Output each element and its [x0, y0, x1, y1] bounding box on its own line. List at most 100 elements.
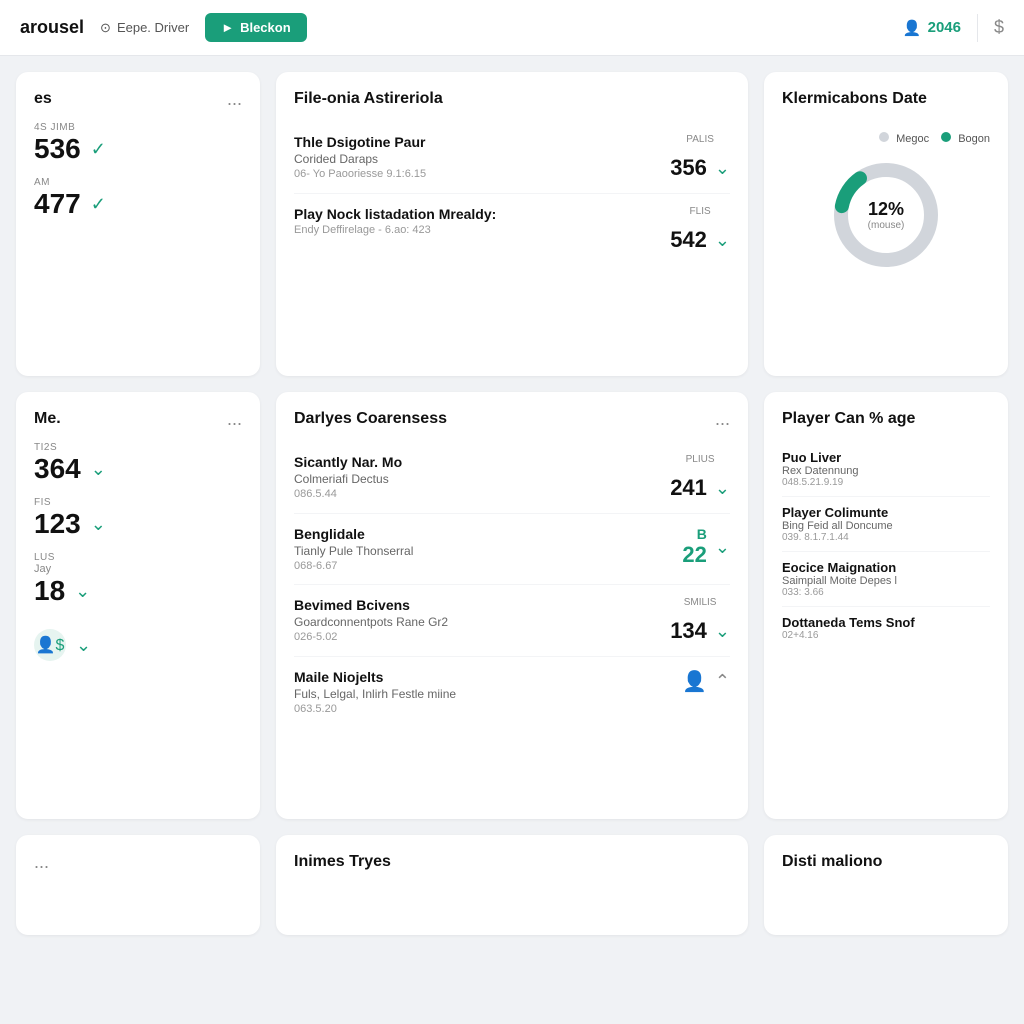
list-item-right-5: SMILIS 134 ⌄: [670, 597, 730, 644]
chevron-down-icon-7[interactable]: ⌄: [75, 581, 90, 602]
stat-label-5: LUS: [34, 552, 242, 563]
player-sub-1: Rex Datennung: [782, 465, 990, 477]
center-bottom-header: Inimes Tryes: [294, 853, 730, 871]
list-item-val-wrap-2: 542 ⌄: [670, 227, 730, 253]
list-item-val-4: 22: [682, 542, 706, 568]
right-mid-card: Player Can % age Puo Liver Rex Datennung…: [764, 392, 1008, 818]
player-code-1: 048.5.21.9.19: [782, 477, 990, 488]
stat-label-2: AM: [34, 177, 242, 188]
player-list-item: Puo Liver Rex Datennung 048.5.21.9.19: [782, 442, 990, 497]
list-item-left-5: Bevimed Bcivens Goardconnentpots Rane Gr…: [294, 597, 670, 643]
left-top-card-header: es ...: [34, 90, 242, 108]
chevron-down-icon-2[interactable]: ✓: [91, 194, 106, 215]
list-item-val-5: 134: [670, 618, 707, 644]
list-item: Benglidale Tianly Pule Thonserral 068-6.…: [294, 514, 730, 585]
player-list-item: Player Colimunte Bing Feid all Doncume 0…: [782, 497, 990, 552]
list-item-val-wrap-6: 👤 ⌃: [682, 669, 730, 694]
chevron-down-icon-5[interactable]: ⌄: [91, 459, 106, 480]
arrow-right-icon: ►: [221, 20, 234, 35]
player-sub-3: Saimpiall Moite Depes l: [782, 575, 990, 587]
list-item-name-4: Benglidale: [294, 526, 682, 542]
stat-value-row-5: 18 ⌄: [34, 575, 242, 607]
list-item-left-6: Maile Niojelts Fuls, Lelgal, Inlirh Fest…: [294, 669, 682, 715]
center-mid-card: Darlyes Coarensess ... Sicantly Nar. Mo …: [276, 392, 748, 818]
chevron-down-icon-6[interactable]: ⌄: [91, 514, 106, 535]
chevron-down-icon-3[interactable]: ⌄: [715, 158, 730, 179]
chevron-down-icon-9[interactable]: ⌄: [715, 478, 730, 499]
chevron-down-icon-1[interactable]: ✓: [91, 139, 106, 160]
chevron-down-icon-4[interactable]: ⌄: [715, 230, 730, 251]
center-bottom-title: Inimes Tryes: [294, 853, 391, 871]
left-mid-menu-button[interactable]: ...: [227, 410, 242, 428]
chevron-down-icon-8[interactable]: ⌄: [76, 635, 91, 656]
center-mid-menu-button[interactable]: ...: [715, 410, 730, 428]
list-item: Bevimed Bcivens Goardconnentpots Rane Gr…: [294, 585, 730, 657]
chevron-down-icon-10[interactable]: ⌄: [715, 537, 730, 558]
legend-item-1: Megoc: [879, 132, 929, 145]
right-top-title: Klermicabons Date: [782, 90, 927, 108]
main-grid: es ... 4S JIMB 536 ✓ AM 477 ✓ File-onia …: [0, 56, 1024, 1024]
stat-block-3: TI2S 364 ⌄: [34, 442, 242, 485]
player-name-2: Player Colimunte: [782, 505, 990, 520]
player-sub-2: Bing Feid all Doncume: [782, 520, 990, 532]
left-bottom-menu-button[interactable]: ...: [34, 853, 49, 871]
list-item-val-2: 542: [670, 227, 707, 253]
left-top-title: es: [34, 90, 52, 108]
donut-chart: 12% (mouse): [826, 155, 946, 275]
donut-pct: 12%: [868, 199, 905, 220]
left-top-menu-button[interactable]: ...: [227, 90, 242, 108]
username: Eepe. Driver: [117, 20, 189, 35]
center-bottom-card: Inimes Tryes: [276, 835, 748, 935]
center-mid-title: Darlyes Coarensess: [294, 410, 447, 428]
stat-label-4: FIS: [34, 497, 242, 508]
chevron-up-icon[interactable]: ⌃: [715, 671, 730, 692]
chevron-down-icon-11[interactable]: ⌄: [715, 621, 730, 642]
list-item-sub-3: Colmeriafi Dectus: [294, 472, 670, 486]
list-item-right-1: PALIS 356 ⌄: [670, 134, 730, 181]
left-top-card: es ... 4S JIMB 536 ✓ AM 477 ✓: [16, 72, 260, 376]
left-bottom-header: ...: [34, 853, 242, 871]
list-item-name-2: Play Nock listadation Mrealdy:: [294, 206, 670, 222]
list-item-label-2: FLIS: [690, 206, 711, 217]
stat-value-3: 364: [34, 453, 81, 485]
list-item-right-6: 👤 ⌃: [682, 669, 730, 694]
stat-value-1: 536: [34, 133, 81, 165]
list-item-code-3: 086.5.44: [294, 488, 670, 500]
list-item-left-3: Sicantly Nar. Mo Colmeriafi Dectus 086.5…: [294, 454, 670, 500]
left-mid-card: Me. ... TI2S 364 ⌄ FIS 123 ⌄ LUS Jay 18 …: [16, 392, 260, 818]
list-item-code-6: 063.5.20: [294, 703, 682, 715]
list-item-code-2: Endy Deffirelage - 6.ao: 423: [294, 224, 670, 236]
right-top-card: Klermicabons Date Megoc Bogon 12: [764, 72, 1008, 376]
right-mid-header: Player Can % age: [782, 410, 990, 428]
list-item-left-2: Play Nock listadation Mrealdy: Endy Deff…: [294, 206, 670, 236]
list-item-val-wrap-4: B 22 ⌄: [682, 526, 730, 568]
user-info: ⊙ Eepe. Driver: [100, 20, 189, 36]
list-item-val-top-4: B: [682, 526, 706, 542]
list-item-label-3: PLIUS: [686, 454, 715, 465]
list-item-left-1: Thle Dsigotine Paur Corided Daraps 06- Y…: [294, 134, 670, 180]
stat-block-4: FIS 123 ⌄: [34, 497, 242, 540]
header-divider: [977, 14, 978, 42]
legend-dot-1: [879, 132, 889, 142]
right-bottom-header: Disti maliono: [782, 853, 990, 871]
stat-block-2: AM 477 ✓: [34, 177, 242, 220]
list-item-val-3: 241: [670, 475, 707, 501]
center-mid-list: Sicantly Nar. Mo Colmeriafi Dectus 086.5…: [294, 442, 730, 727]
bleckon-button[interactable]: ► Bleckon: [205, 13, 306, 42]
user-count: 👤 2046: [903, 19, 961, 37]
extra-icon-row: 👤$ ⌄: [34, 619, 242, 671]
stat-block-5: LUS Jay 18 ⌄: [34, 552, 242, 607]
list-item-sub-6: Fuls, Lelgal, Inlirh Festle miine: [294, 687, 682, 701]
list-item-name-6: Maile Niojelts: [294, 669, 682, 685]
center-top-card: File-onia Astireriola Thle Dsigotine Pau…: [276, 72, 748, 376]
header-right: 👤 2046 $: [903, 14, 1004, 42]
list-item-name-3: Sicantly Nar. Mo: [294, 454, 670, 470]
list-item: Sicantly Nar. Mo Colmeriafi Dectus 086.5…: [294, 442, 730, 514]
list-item-right-3: PLIUS 241 ⌄: [670, 454, 730, 501]
player-name-4: Dottaneda Tems Snof: [782, 615, 990, 630]
list-item-sub-1: Corided Daraps: [294, 152, 670, 166]
stat-value-4: 123: [34, 508, 81, 540]
list-item-code-1: 06- Yo Paooriesse 9.1:6.15: [294, 168, 670, 180]
player-code-3: 033: 3.66: [782, 587, 990, 598]
stat-sublabel-5: Jay: [34, 563, 242, 575]
